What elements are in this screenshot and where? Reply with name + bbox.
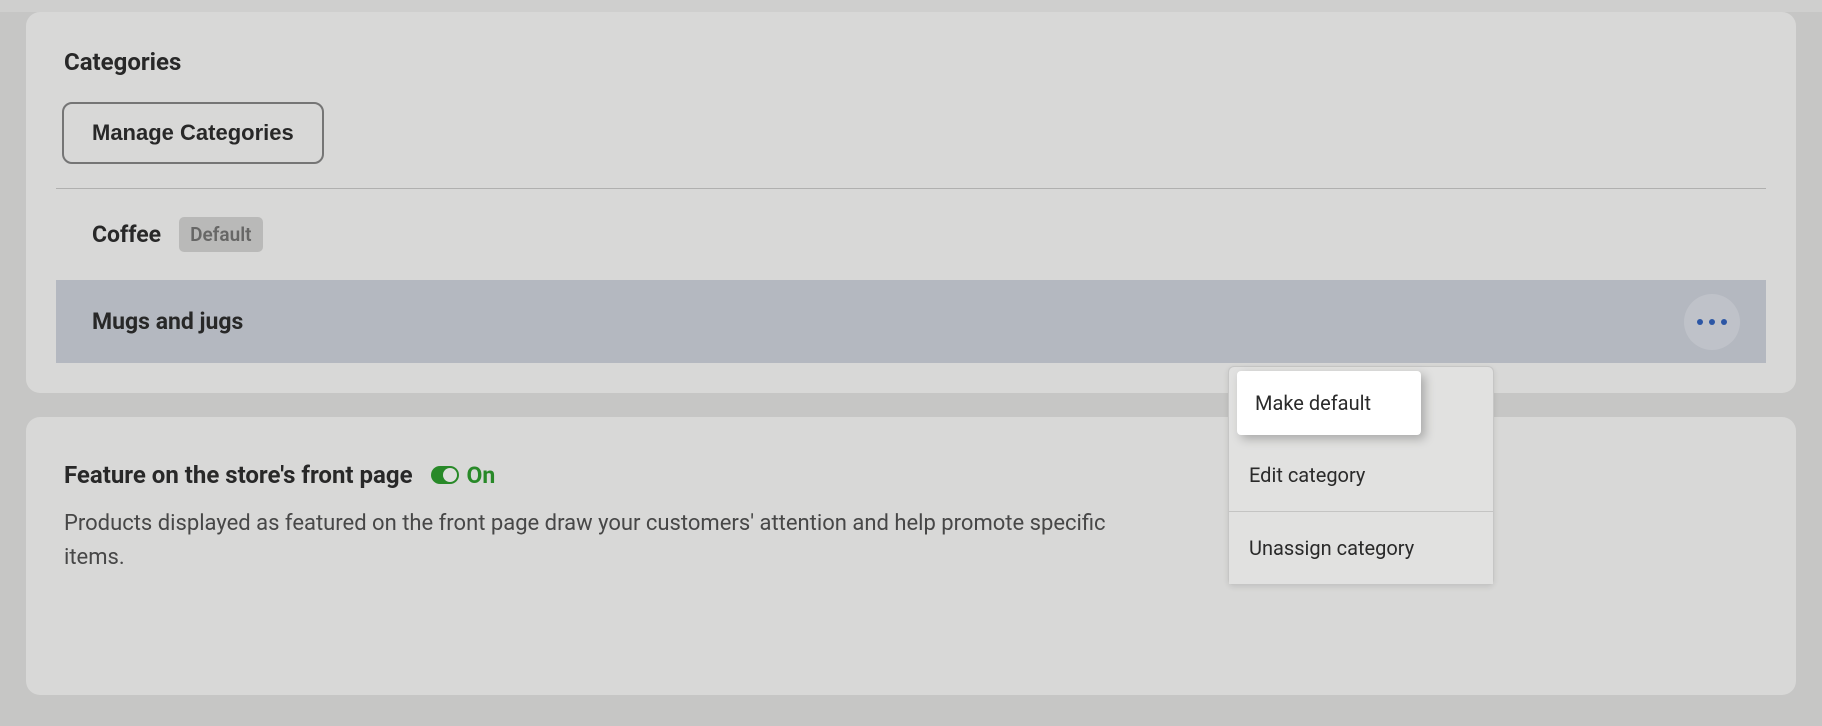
toggle-track bbox=[431, 466, 459, 484]
category-name: Mugs and jugs bbox=[92, 308, 243, 335]
feature-header: Feature on the store's front page On bbox=[56, 461, 1766, 489]
ellipsis-icon bbox=[1695, 317, 1729, 327]
default-badge: Default bbox=[179, 217, 262, 252]
manage-categories-button[interactable]: Manage Categories bbox=[62, 102, 324, 164]
feature-card: Feature on the store's front page On Pro… bbox=[26, 417, 1796, 695]
category-name: Coffee bbox=[92, 221, 161, 248]
menu-item-unassign-category[interactable]: Unassign category bbox=[1229, 512, 1493, 584]
feature-title: Feature on the store's front page bbox=[64, 461, 413, 489]
feature-toggle[interactable]: On bbox=[431, 462, 496, 489]
menu-item-make-default[interactable]: Make default bbox=[1237, 371, 1421, 435]
category-row-coffee[interactable]: Coffee Default bbox=[56, 189, 1766, 280]
feature-description: Products displayed as featured on the fr… bbox=[56, 507, 1106, 575]
category-row-mugs-and-jugs[interactable]: Mugs and jugs bbox=[56, 280, 1766, 363]
menu-item-edit-category[interactable]: Edit category bbox=[1229, 439, 1493, 511]
toggle-state-label: On bbox=[467, 462, 496, 489]
category-options-menu: Make default Edit category Unassign cate… bbox=[1228, 366, 1494, 585]
categories-card: Categories Manage Categories Coffee Defa… bbox=[26, 12, 1796, 393]
toggle-knob bbox=[443, 468, 457, 482]
categories-title: Categories bbox=[56, 48, 1766, 76]
more-options-button[interactable] bbox=[1684, 294, 1740, 350]
